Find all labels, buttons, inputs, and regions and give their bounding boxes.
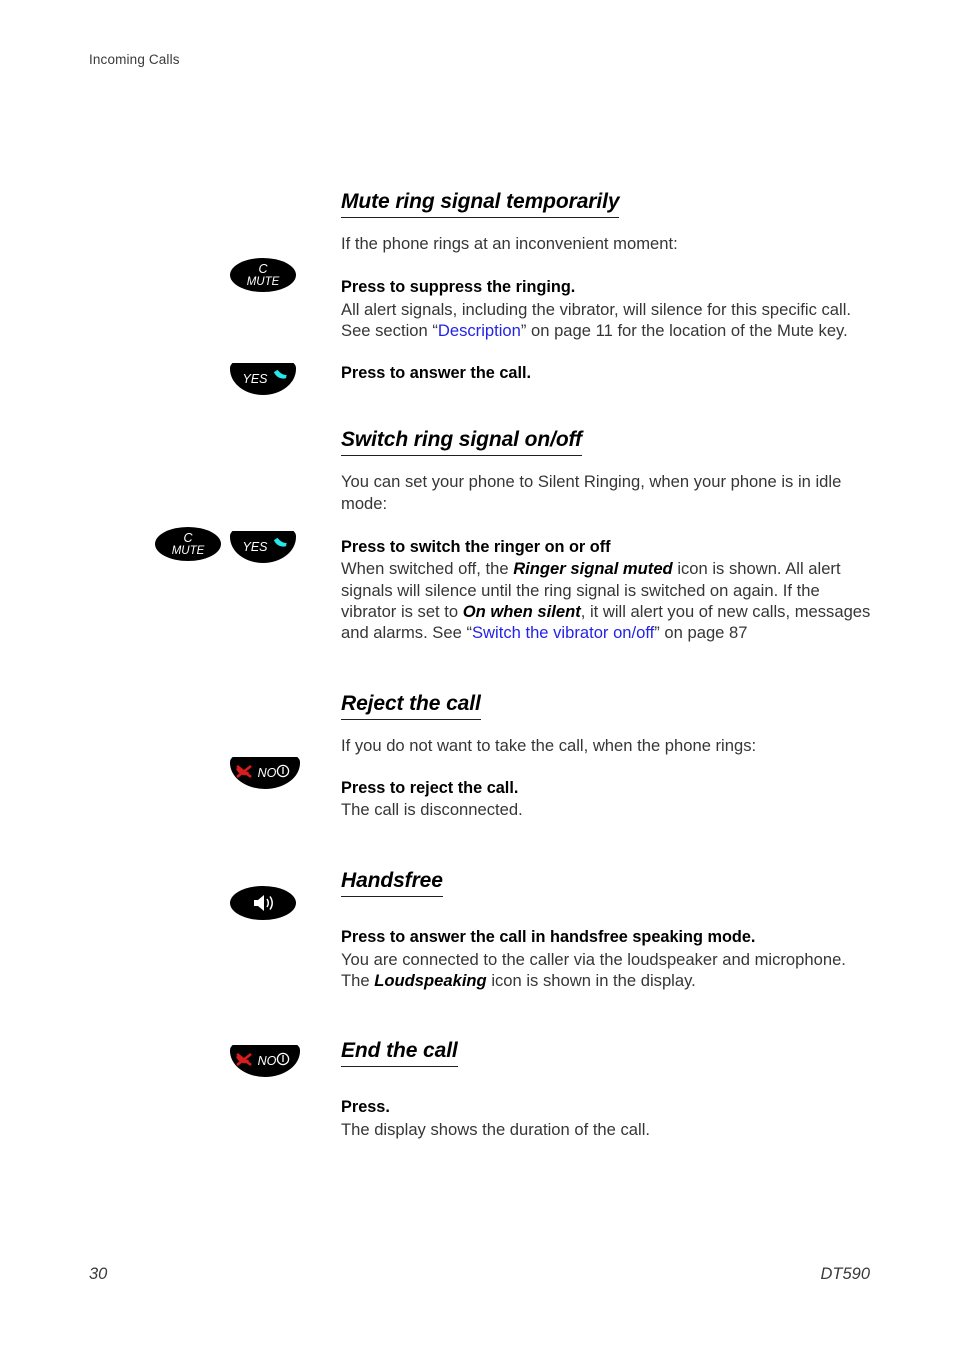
cross-reference-link[interactable]: Description: [438, 321, 521, 340]
instruction-body: The display shows the duration of the ca…: [341, 1119, 651, 1139]
instruction-block: Press to answer the call.: [341, 363, 871, 384]
section-title: Reject the call: [341, 692, 481, 720]
section-intro: If you do not want to take the call, whe…: [341, 735, 757, 755]
instruction-lead: Press.: [341, 1098, 390, 1117]
yes-key-icon[interactable]: YES: [230, 363, 296, 395]
section-title: Switch ring signal on/off: [341, 428, 582, 457]
cross-reference-link[interactable]: Switch the vibrator on/off: [472, 623, 654, 642]
section-handsfree: Handsfree Press to answer the call in ha…: [341, 869, 871, 991]
document-page: Incoming Calls C MUTE YES C MUTE YES NO …: [0, 0, 954, 1352]
instruction-block: Press to answer the call in handsfree sp…: [341, 927, 871, 991]
instruction-lead: Press to answer the call in handsfree sp…: [341, 928, 756, 947]
instruction-body: When switched off, the Ringer signal mut…: [341, 558, 871, 643]
emphasis-on-when-silent: On when silent: [462, 601, 581, 621]
instruction-block: Press to suppress the ringing. All alert…: [341, 277, 871, 341]
section-mute-ring-signal: Mute ring signal temporarily If the phon…: [341, 190, 871, 384]
section-intro: If the phone rings at an inconvenient mo…: [341, 234, 678, 253]
emphasis-loudspeaking: Loudspeaking: [374, 971, 487, 991]
section-title: End the call: [341, 1039, 458, 1068]
svg-text:MUTE: MUTE: [172, 545, 205, 557]
yes-key-icon[interactable]: YES: [230, 531, 296, 563]
body-text-post: ” on page 11 for the location of the Mut…: [520, 320, 848, 340]
no-key-icon[interactable]: NO: [230, 757, 300, 789]
footer-model-name: DT590: [820, 1265, 870, 1283]
section-title: Handsfree: [341, 869, 443, 898]
mute-key-icon[interactable]: C MUTE: [230, 258, 296, 292]
instruction-lead: Press to suppress the ringing.: [341, 278, 576, 297]
body-text-2: icon is shown in the display.: [486, 971, 696, 991]
svg-text:YES: YES: [242, 372, 268, 386]
mute-key-icon[interactable]: C MUTE: [155, 527, 221, 561]
handsfree-key-icon[interactable]: [230, 886, 296, 920]
instruction-body: The call is disconnected.: [341, 800, 523, 820]
body-text-4: ” on page 87: [654, 623, 748, 643]
section-intro: You can set your phone to Silent Ringing…: [341, 472, 842, 513]
svg-text:MUTE: MUTE: [247, 276, 280, 288]
instruction-lead: Press to switch the ringer on or off: [341, 538, 611, 557]
instruction-block: Press. The display shows the duration of…: [341, 1097, 871, 1140]
svg-text:C: C: [258, 262, 268, 276]
instruction-block: Press to switch the ringer on or off Whe…: [341, 537, 871, 643]
section-title: Mute ring signal temporarily: [341, 190, 620, 218]
instruction-lead: Press to reject the call.: [341, 778, 519, 797]
section-end-the-call: End the call Press. The display shows th…: [341, 1039, 871, 1140]
svg-text:NO: NO: [258, 1054, 277, 1068]
svg-text:YES: YES: [242, 540, 268, 554]
section-reject-the-call: Reject the call If you do not want to ta…: [341, 692, 871, 821]
footer-page-number: 30: [89, 1265, 108, 1283]
no-key-icon[interactable]: NO: [230, 1045, 300, 1077]
running-head: Incoming Calls: [89, 52, 180, 67]
section-switch-ring-signal: Switch ring signal on/off You can set yo…: [341, 428, 871, 643]
svg-text:NO: NO: [258, 766, 277, 780]
instruction-lead: Press to answer the call.: [341, 364, 532, 383]
instruction-body: You are connected to the caller via the …: [341, 949, 871, 992]
svg-text:C: C: [183, 531, 193, 545]
content-column: Mute ring signal temporarily If the phon…: [341, 190, 871, 1140]
instruction-block: Press to reject the call. The call is di…: [341, 778, 871, 821]
instruction-body: All alert signals, including the vibrato…: [341, 299, 871, 342]
emphasis-ringer-signal-muted: Ringer signal muted: [513, 559, 673, 579]
body-text-1: When switched off, the: [341, 559, 514, 579]
